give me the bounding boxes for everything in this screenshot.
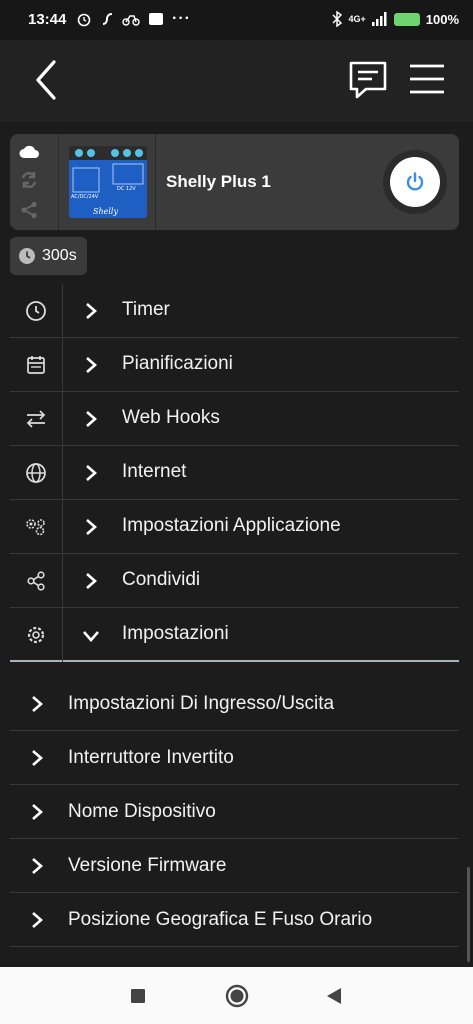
- submenu-item-inverted-switch[interactable]: Interruttore Invertito: [10, 731, 459, 785]
- device-name: Shelly Plus 1: [166, 172, 271, 191]
- chevron-right-icon: [32, 804, 43, 820]
- home-button[interactable]: [225, 984, 249, 1013]
- back-arrow-icon: [36, 60, 56, 100]
- status-time: 13:44: [28, 11, 67, 28]
- submenu-item-device-name[interactable]: Nome Dispositivo: [10, 785, 459, 839]
- circle-home-icon: [225, 984, 249, 1008]
- menu-item-label: Pianificazioni: [122, 353, 233, 374]
- chevron-right-icon: [32, 858, 43, 874]
- device-label-power: AC/DC/24V: [71, 194, 99, 200]
- battery-icon: [393, 12, 420, 26]
- timer-value: 300s: [42, 247, 77, 264]
- chevron-right-icon: [32, 696, 43, 712]
- status-right: 4G+ 100%: [332, 11, 459, 27]
- share-icon: [27, 571, 45, 591]
- chevron-right-icon: [86, 303, 97, 319]
- device-label-dc: DC 12V: [117, 186, 136, 192]
- submenu-item-firmware-version[interactable]: Versione Firmware: [10, 839, 459, 893]
- submenu-item-label: Interruttore Invertito: [68, 747, 234, 768]
- menu-item-label: Impostazioni: [122, 623, 229, 644]
- notification-icons: ···: [76, 10, 191, 28]
- submenu-item-geo-timezone[interactable]: Posizione Geografica E Fuso Orario: [10, 893, 459, 947]
- menu-item-label: Timer: [122, 299, 170, 320]
- auto-off-timer-badge: 300s: [10, 237, 87, 275]
- battery-level: 100%: [425, 11, 459, 27]
- device-card[interactable]: AC/DC/24V DC 12V Shelly Shelly Plus 1: [10, 134, 459, 230]
- back-button[interactable]: [30, 58, 64, 102]
- submenu-item-label: Posizione Geografica E Fuso Orario: [68, 909, 373, 930]
- power-icon: [406, 172, 424, 191]
- calendar-icon: [27, 356, 45, 374]
- menu-item-schedules[interactable]: Pianificazioni: [10, 338, 459, 392]
- settings-menu: Timer Pianificazioni Web Hooks Internet …: [10, 284, 459, 662]
- back-nav-button[interactable]: [326, 987, 342, 1010]
- power-toggle-button[interactable]: [383, 150, 447, 214]
- network-type: 4G+: [348, 14, 366, 24]
- submenu-item-io-settings[interactable]: Impostazioni Di Ingresso/Uscita: [10, 677, 459, 731]
- gear-icon: [27, 626, 45, 644]
- square-icon: [131, 989, 145, 1003]
- system-nav-bar: [0, 967, 473, 1024]
- clock-filled-icon: [19, 248, 35, 264]
- bike-icon: [122, 15, 140, 26]
- scrollbar[interactable]: [467, 867, 470, 962]
- menu-item-label: Internet: [122, 461, 187, 482]
- device-detail-content: AC/DC/24V DC 12V Shelly Shelly Plus 1 30…: [0, 122, 473, 967]
- globe-icon: [26, 463, 46, 483]
- more-notifications-icon: ···: [172, 10, 191, 27]
- hamburger-icon: [410, 64, 444, 94]
- share-status-icon: [21, 201, 37, 218]
- chevron-right-icon: [86, 573, 97, 589]
- recents-button[interactable]: [131, 989, 145, 1008]
- device-image: AC/DC/24V DC 12V Shelly: [58, 134, 156, 230]
- status-bar: 13:44 ··· 4G+ 100%: [0, 0, 473, 40]
- settings-submenu: Impostazioni Di Ingresso/Uscita Interrut…: [10, 677, 459, 947]
- menu-item-web-hooks[interactable]: Web Hooks: [10, 392, 459, 446]
- signal-icon: [371, 12, 387, 26]
- menu-item-internet[interactable]: Internet: [10, 446, 459, 500]
- chevron-down-icon: [83, 631, 99, 642]
- app-badge-icon: [149, 13, 163, 25]
- chat-icon: [349, 61, 387, 99]
- menu-item-share[interactable]: Condividi: [10, 554, 459, 608]
- chevron-right-icon: [86, 519, 97, 535]
- chevron-right-icon: [86, 465, 97, 481]
- clock-icon: [26, 301, 46, 321]
- chevron-right-icon: [32, 912, 43, 928]
- menu-item-timer[interactable]: Timer: [10, 284, 459, 338]
- messages-button[interactable]: [346, 58, 390, 102]
- submenu-item-label: Impostazioni Di Ingresso/Uscita: [68, 693, 335, 714]
- submenu-item-label: Nome Dispositivo: [68, 801, 216, 822]
- sync-icon: [21, 171, 37, 188]
- chevron-right-icon: [86, 411, 97, 427]
- submenu-item-label: Versione Firmware: [68, 855, 227, 876]
- chevron-right-icon: [86, 357, 97, 373]
- menu-item-label: Web Hooks: [122, 407, 220, 428]
- cloud-icon: [19, 146, 39, 159]
- chevron-right-icon: [32, 750, 43, 766]
- bluetooth-icon: [332, 11, 343, 27]
- hamburger-menu-button[interactable]: [408, 62, 446, 96]
- app-bar: [0, 40, 473, 122]
- app-settings-icon: [26, 519, 45, 536]
- alarm-icon: [77, 13, 91, 27]
- menu-item-app-settings[interactable]: Impostazioni Applicazione: [10, 500, 459, 554]
- menu-item-label: Condividi: [122, 569, 201, 590]
- triangle-back-icon: [327, 988, 341, 1004]
- menu-item-label: Impostazioni Applicazione: [122, 515, 341, 536]
- menu-item-settings[interactable]: Impostazioni: [10, 608, 459, 662]
- app-notification-icon: [102, 13, 113, 25]
- device-brand-label: Shelly: [93, 207, 118, 216]
- device-status-icons: [10, 134, 48, 230]
- arrows-icon: [26, 410, 46, 428]
